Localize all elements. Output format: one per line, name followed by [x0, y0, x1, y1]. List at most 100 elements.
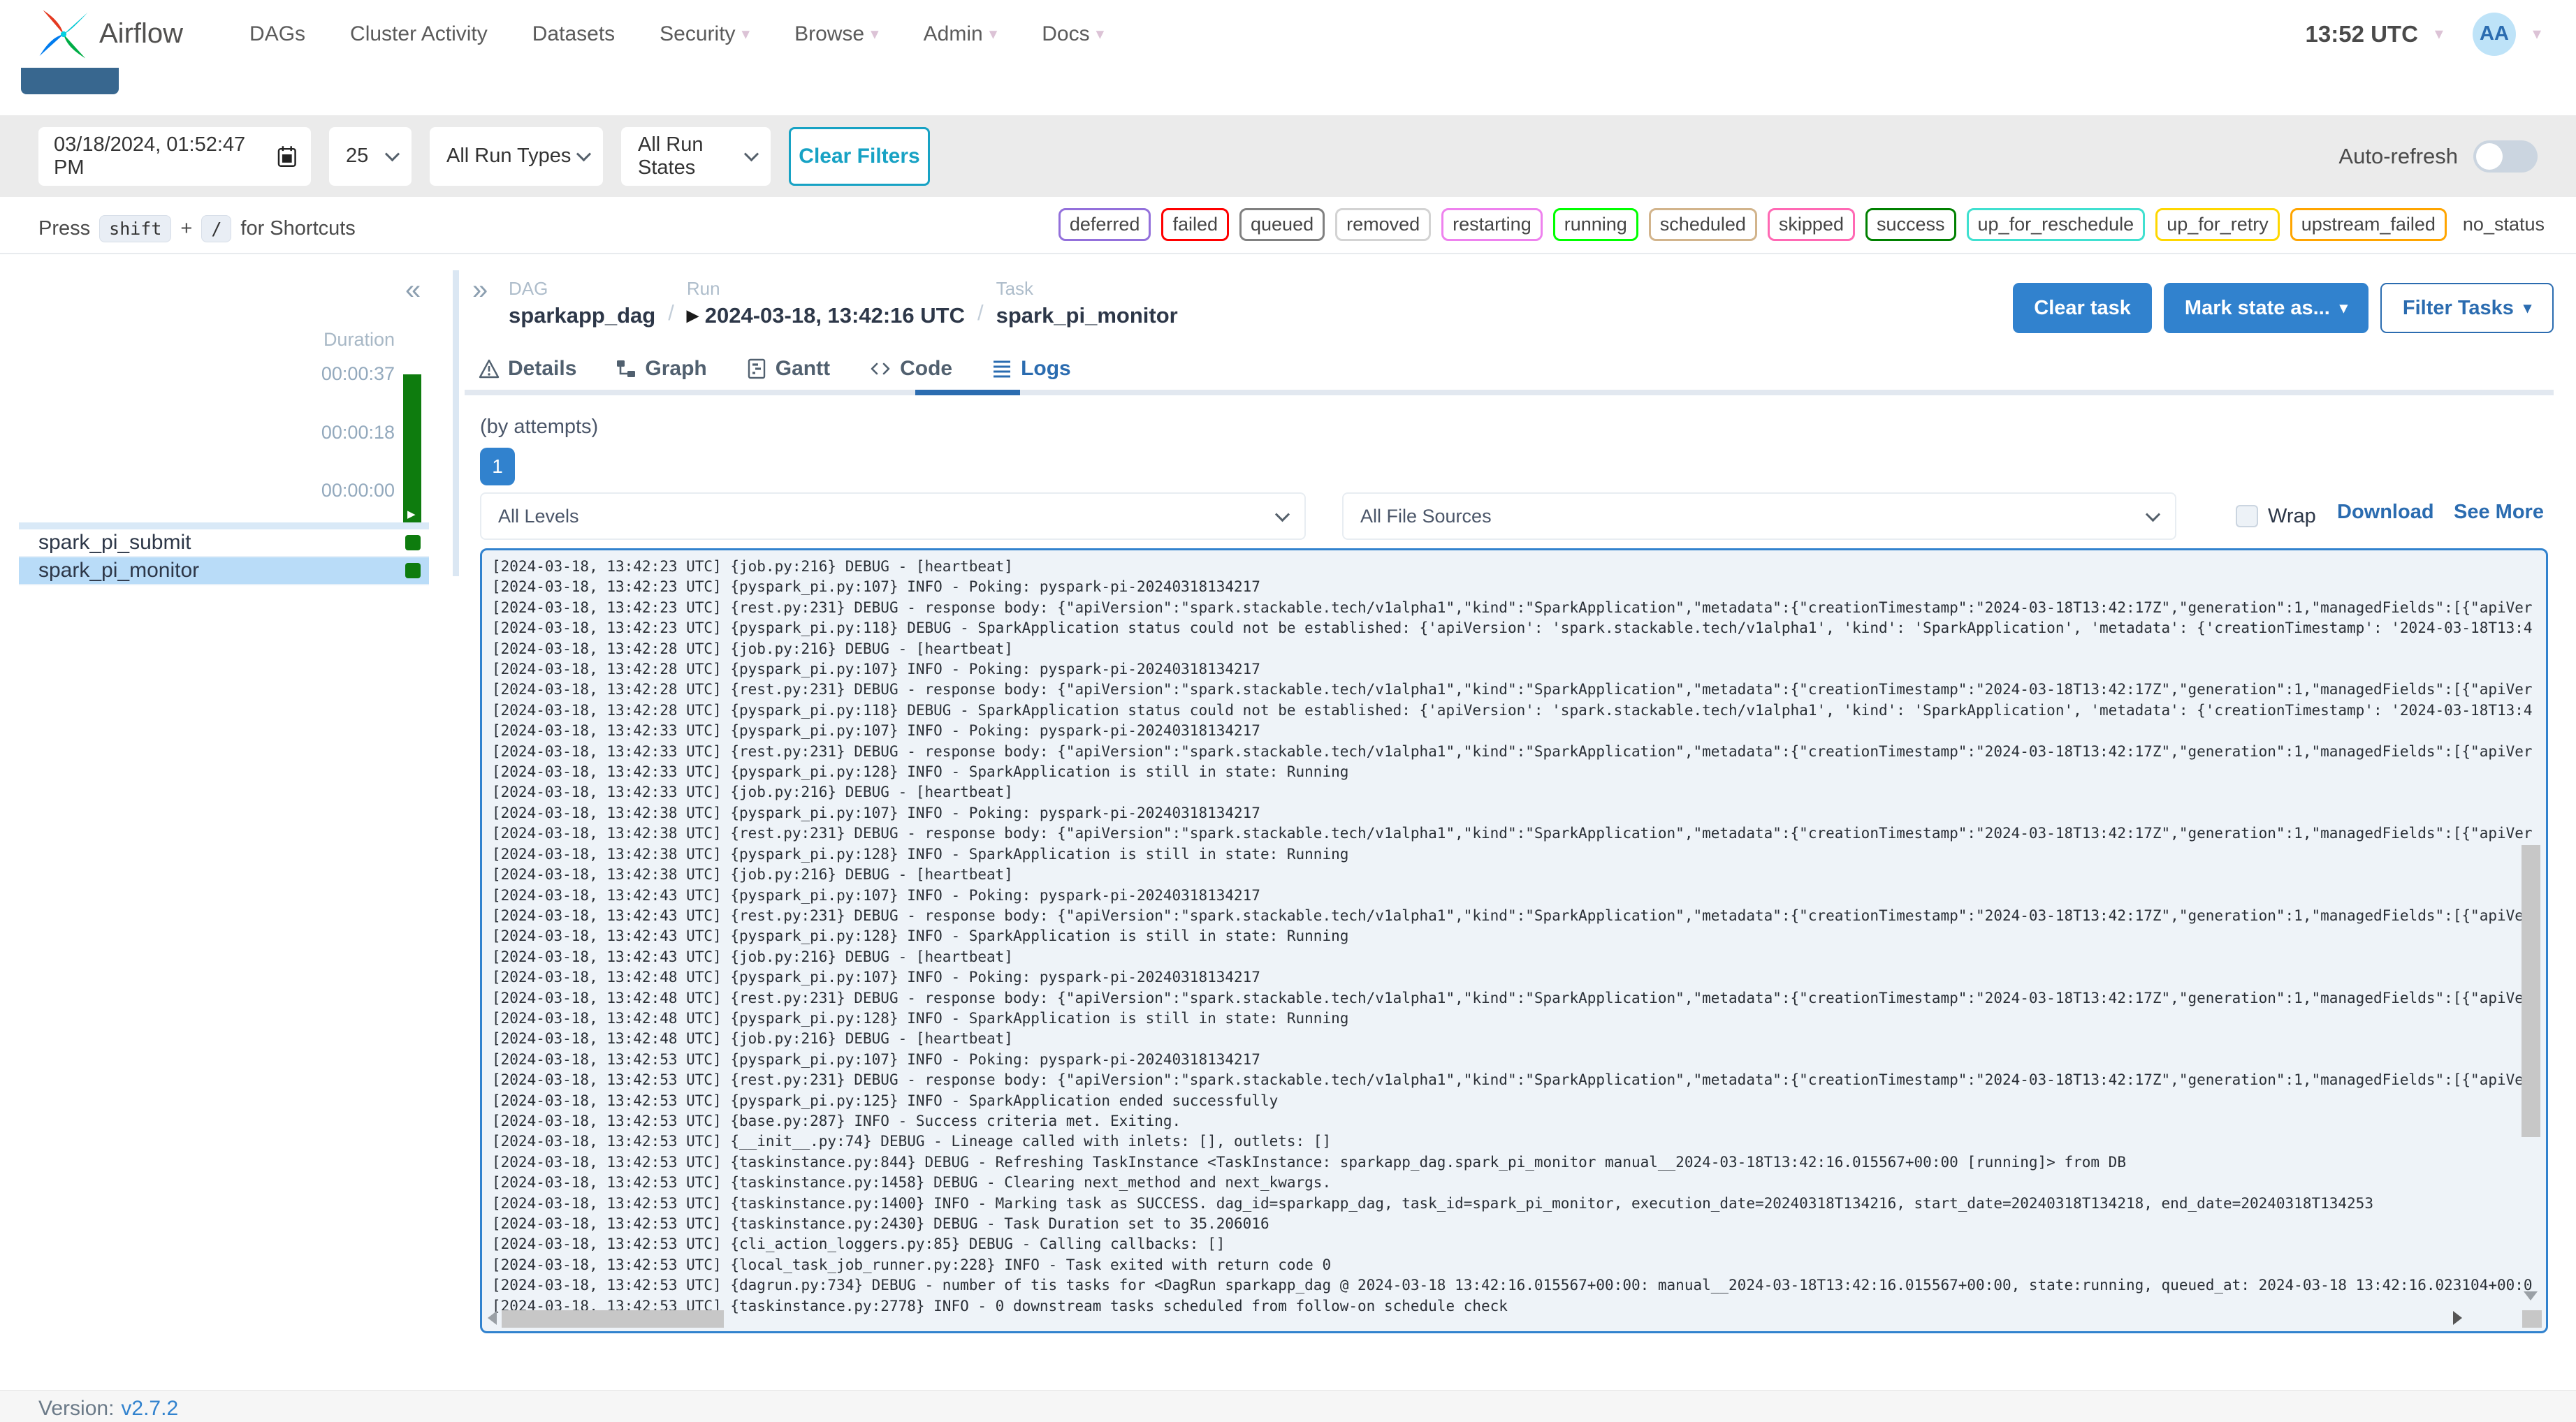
state-badge[interactable]: up_for_retry	[2155, 208, 2280, 241]
log-line: [2024-03-18, 13:42:23 UTC] {job.py:216} …	[492, 558, 1013, 575]
expand-panel-button[interactable]: »	[472, 274, 488, 306]
nav-item-label: Datasets	[532, 22, 616, 45]
duration-axis-title: Duration	[323, 329, 395, 350]
file-sources-select[interactable]: All File Sources	[1342, 492, 2176, 540]
tab-details[interactable]: Details	[479, 357, 576, 381]
chevron-down-icon: ▾	[2532, 24, 2541, 43]
task-list: spark_pi_submit spark_pi_monitor	[19, 529, 429, 585]
mark-state-button[interactable]: Mark state as... ▾	[2163, 283, 2368, 333]
wrap-label: Wrap	[2268, 504, 2316, 527]
shortcuts-plus: +	[180, 217, 193, 240]
state-badge[interactable]: scheduled	[1648, 208, 1757, 241]
run-types-select[interactable]: All Run Types	[430, 126, 603, 186]
run-value-group[interactable]: ▶ 2024-03-18, 13:42:16 UTC	[687, 303, 965, 328]
shortcuts-suffix: for Shortcuts	[240, 217, 356, 240]
task-value[interactable]: spark_pi_monitor	[996, 303, 1178, 328]
see-more-link[interactable]: See More	[2454, 501, 2544, 524]
state-badge[interactable]: up_for_reschedule	[1966, 208, 2146, 241]
nav-menu-item[interactable]: Browse ▾	[794, 22, 879, 46]
log-line: [2024-03-18, 13:42:23 UTC] {rest.py:231}…	[492, 599, 2533, 616]
task-row[interactable]: spark_pi_submit	[19, 529, 429, 557]
attempt-1-button[interactable]: 1	[480, 448, 515, 485]
chevron-down-icon: ▾	[2339, 299, 2348, 316]
filter-tasks-button[interactable]: Filter Tasks ▾	[2380, 283, 2554, 333]
state-badge[interactable]: restarting	[1441, 208, 1543, 241]
airflow-brand[interactable]: Airflow	[35, 6, 183, 63]
breadcrumb-separator: /	[668, 300, 674, 325]
version-link[interactable]: v2.7.2	[121, 1397, 178, 1421]
clear-task-label: Clear task	[2034, 296, 2131, 319]
wrap-checkbox[interactable]	[2236, 505, 2258, 527]
state-badge[interactable]: queued	[1239, 208, 1325, 241]
collapse-sidebar-button[interactable]: «	[405, 274, 421, 306]
scroll-left-arrow-icon[interactable]	[488, 1311, 497, 1325]
scroll-right-arrow-icon[interactable]	[2453, 1311, 2462, 1325]
tab-details-label: Details	[508, 357, 577, 380]
tab-graph[interactable]: Graph	[616, 357, 707, 381]
state-badge[interactable]: upstream_failed	[2290, 208, 2447, 241]
state-badge[interactable]: running	[1552, 208, 1638, 241]
shift-key: shift	[99, 214, 172, 242]
state-badge[interactable]: deferred	[1058, 208, 1151, 241]
horizontal-scrollbar-thumb[interactable]	[502, 1310, 724, 1328]
run-label: Run	[686, 278, 720, 299]
log-line: [2024-03-18, 13:42:28 UTC] {rest.py:231}…	[492, 681, 2533, 698]
filter-tasks-label: Filter Tasks	[2402, 296, 2514, 319]
base-date-input[interactable]: 03/18/2024, 01:52:47 PM	[38, 126, 311, 186]
dag-value[interactable]: sparkapp_dag	[509, 303, 655, 328]
log-line: [2024-03-18, 13:42:38 UTC] {rest.py:231}…	[492, 825, 2533, 842]
state-badges: deferred failed queued removed restartin…	[1058, 208, 2447, 241]
nav-item-label: Admin	[923, 22, 983, 45]
breadcrumb: DAG sparkapp_dag / Run ▶ 2024-03-18, 13:…	[509, 278, 1178, 328]
page-size-select[interactable]: 25	[329, 126, 412, 186]
panel-resize-handle[interactable]	[453, 270, 459, 576]
nav-menu-item[interactable]: DAGs ▾	[249, 22, 305, 46]
run-states-value: All Run States	[638, 133, 704, 179]
brand-name: Airflow	[99, 18, 184, 49]
tab-logs[interactable]: Logs	[991, 357, 1071, 381]
run-states-select[interactable]: All Run States	[621, 126, 771, 186]
state-badge[interactable]: removed	[1335, 208, 1432, 241]
nav-menu-item[interactable]: Security ▾	[660, 22, 750, 46]
nav-menu-item[interactable]: Docs ▾	[1042, 22, 1104, 46]
log-line: [2024-03-18, 13:42:53 UTC] {taskinstance…	[492, 1153, 2126, 1171]
nav-item-label: Browse	[794, 22, 865, 45]
state-badge[interactable]: skipped	[1767, 208, 1855, 241]
mark-state-label: Mark state as...	[2184, 296, 2330, 319]
scrollbar-corner	[2522, 1310, 2542, 1328]
log-line: [2024-03-18, 13:42:38 UTC] {pyspark_pi.p…	[492, 804, 1260, 821]
tab-gantt[interactable]: Gantt	[746, 357, 830, 381]
clear-task-button[interactable]: Clear task	[2013, 283, 2152, 333]
nav-menu-item[interactable]: Admin ▾	[924, 22, 998, 46]
scroll-down-arrow-icon[interactable]	[2524, 1291, 2538, 1300]
version-label: Version:	[38, 1397, 115, 1420]
run-duration-bar[interactable]: ▶	[403, 374, 421, 522]
log-output-panel[interactable]: [2024-03-18, 13:42:23 UTC] {job.py:216} …	[480, 548, 2548, 1333]
log-line: [2024-03-18, 13:42:28 UTC] {pyspark_pi.p…	[492, 701, 2533, 719]
log-levels-select[interactable]: All Levels	[480, 492, 1306, 540]
nav-menu-item[interactable]: Cluster Activity ▾	[350, 22, 488, 46]
state-badge[interactable]: failed	[1161, 208, 1229, 241]
task-success-square[interactable]	[405, 563, 421, 578]
auto-refresh-toggle[interactable]	[2473, 140, 2538, 173]
duration-axis-ticks: 00:00:37 00:00:18 00:00:00	[241, 363, 395, 501]
task-success-square[interactable]	[405, 535, 421, 550]
tab-code-label: Code	[900, 357, 953, 380]
download-link[interactable]: Download	[2337, 501, 2434, 524]
chevron-down-icon	[743, 147, 759, 162]
state-badge[interactable]: success	[1865, 208, 1956, 241]
clear-filters-button[interactable]: Clear Filters	[789, 126, 930, 186]
utc-clock[interactable]: 13:52 UTC	[2306, 21, 2418, 47]
vertical-scrollbar-thumb[interactable]	[2522, 845, 2540, 1137]
log-line: [2024-03-18, 13:42:43 UTC] {pyspark_pi.p…	[492, 886, 1260, 904]
detail-tabs: Details Graph Gantt Code Logs	[479, 357, 1071, 381]
tab-code[interactable]: Code	[869, 357, 952, 381]
nav-menu-item[interactable]: Datasets ▾	[532, 22, 615, 46]
tabs-underline	[465, 390, 2554, 395]
task-row[interactable]: spark_pi_monitor	[19, 557, 429, 585]
state-legend: deferred failed queued removed restartin…	[1058, 208, 2545, 241]
navbar-right: 13:52 UTC ▾ AA ▾	[2306, 12, 2541, 56]
nav-menu: DAGs ▾ Cluster Activity ▾ Datasets ▾ Sec…	[249, 22, 1104, 46]
log-line: [2024-03-18, 13:42:33 UTC] {job.py:216} …	[492, 784, 1013, 801]
avatar[interactable]: AA	[2472, 12, 2516, 56]
